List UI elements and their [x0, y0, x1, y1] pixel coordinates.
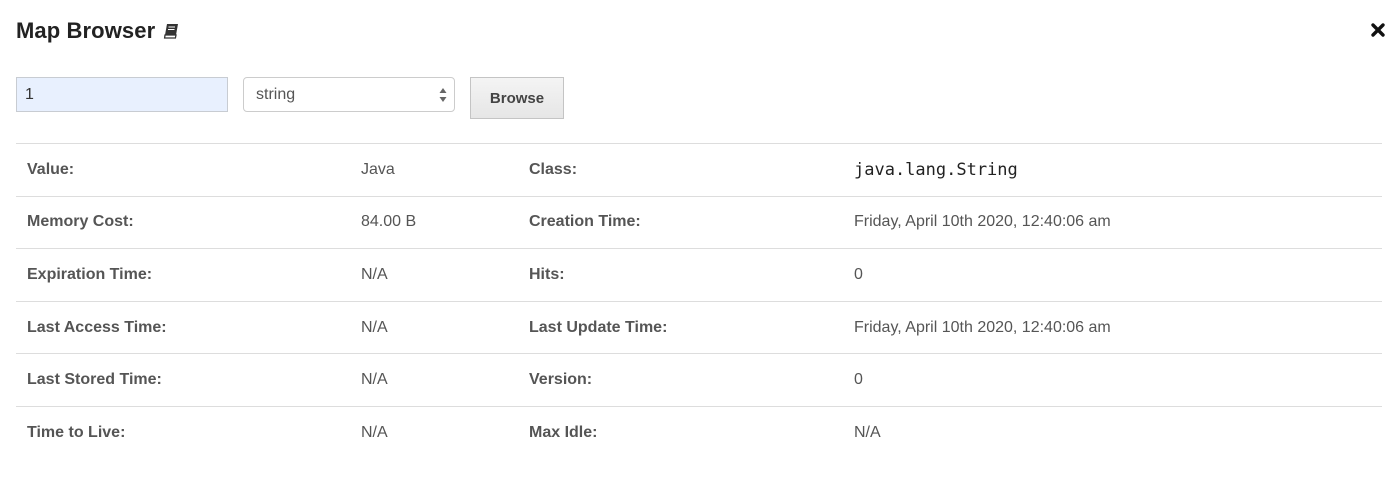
type-select-value: string — [256, 85, 296, 103]
hits-label: Hits: — [529, 265, 565, 283]
map-browser-panel: Map Browser string Brow — [0, 0, 1400, 481]
type-select[interactable]: string — [243, 77, 455, 112]
class-label: Class: — [529, 160, 578, 178]
page-title: Map Browser — [16, 18, 156, 43]
time-to-live-label: Time to Live: — [27, 424, 126, 442]
book-icon[interactable] — [163, 21, 183, 41]
expiration-time-label: Expiration Time: — [27, 265, 153, 283]
max-idle-label: Max Idle: — [529, 424, 598, 442]
table-row: Expiration Time: N/A Hits: 0 — [16, 248, 1382, 302]
expiration-time-value: N/A — [361, 265, 388, 283]
select-arrows-icon — [439, 87, 447, 103]
table-row: Value: Java Class: java.lang.String — [16, 143, 1382, 197]
value-label: Value: — [27, 160, 75, 178]
last-update-time-label: Last Update Time: — [529, 318, 668, 336]
details-table: Value: Java Class: java.lang.String Memo… — [16, 143, 1382, 459]
last-stored-time-value: N/A — [361, 371, 388, 389]
table-row: Last Access Time: N/A Last Update Time: … — [16, 301, 1382, 354]
hits-value: 0 — [854, 265, 863, 283]
creation-time-value: Friday, April 10th 2020, 12:40:06 am — [854, 213, 1111, 231]
table-row: Last Stored Time: N/A Version: 0 — [16, 353, 1382, 407]
close-icon[interactable] — [1370, 22, 1386, 38]
table-row: Memory Cost: 84.00 B Creation Time: Frid… — [16, 196, 1382, 249]
last-update-time-value: Friday, April 10th 2020, 12:40:06 am — [854, 318, 1111, 336]
last-access-time-label: Last Access Time: — [27, 318, 167, 336]
browse-controls: string Browse — [16, 77, 564, 119]
class-value: java.lang.String — [854, 159, 1018, 180]
value-value: Java — [361, 160, 395, 178]
version-value: 0 — [854, 371, 863, 389]
last-stored-time-label: Last Stored Time: — [27, 371, 162, 389]
table-row: Time to Live: N/A Max Idle: N/A — [16, 406, 1382, 459]
browse-button[interactable]: Browse — [470, 77, 564, 119]
max-idle-value: N/A — [854, 424, 881, 442]
version-label: Version: — [529, 371, 593, 389]
memory-cost-value: 84.00 B — [361, 213, 417, 231]
panel-header: Map Browser — [16, 18, 183, 44]
key-input[interactable] — [16, 77, 228, 112]
time-to-live-value: N/A — [361, 424, 388, 442]
creation-time-label: Creation Time: — [529, 213, 641, 231]
memory-cost-label: Memory Cost: — [27, 213, 134, 231]
last-access-time-value: N/A — [361, 318, 388, 336]
